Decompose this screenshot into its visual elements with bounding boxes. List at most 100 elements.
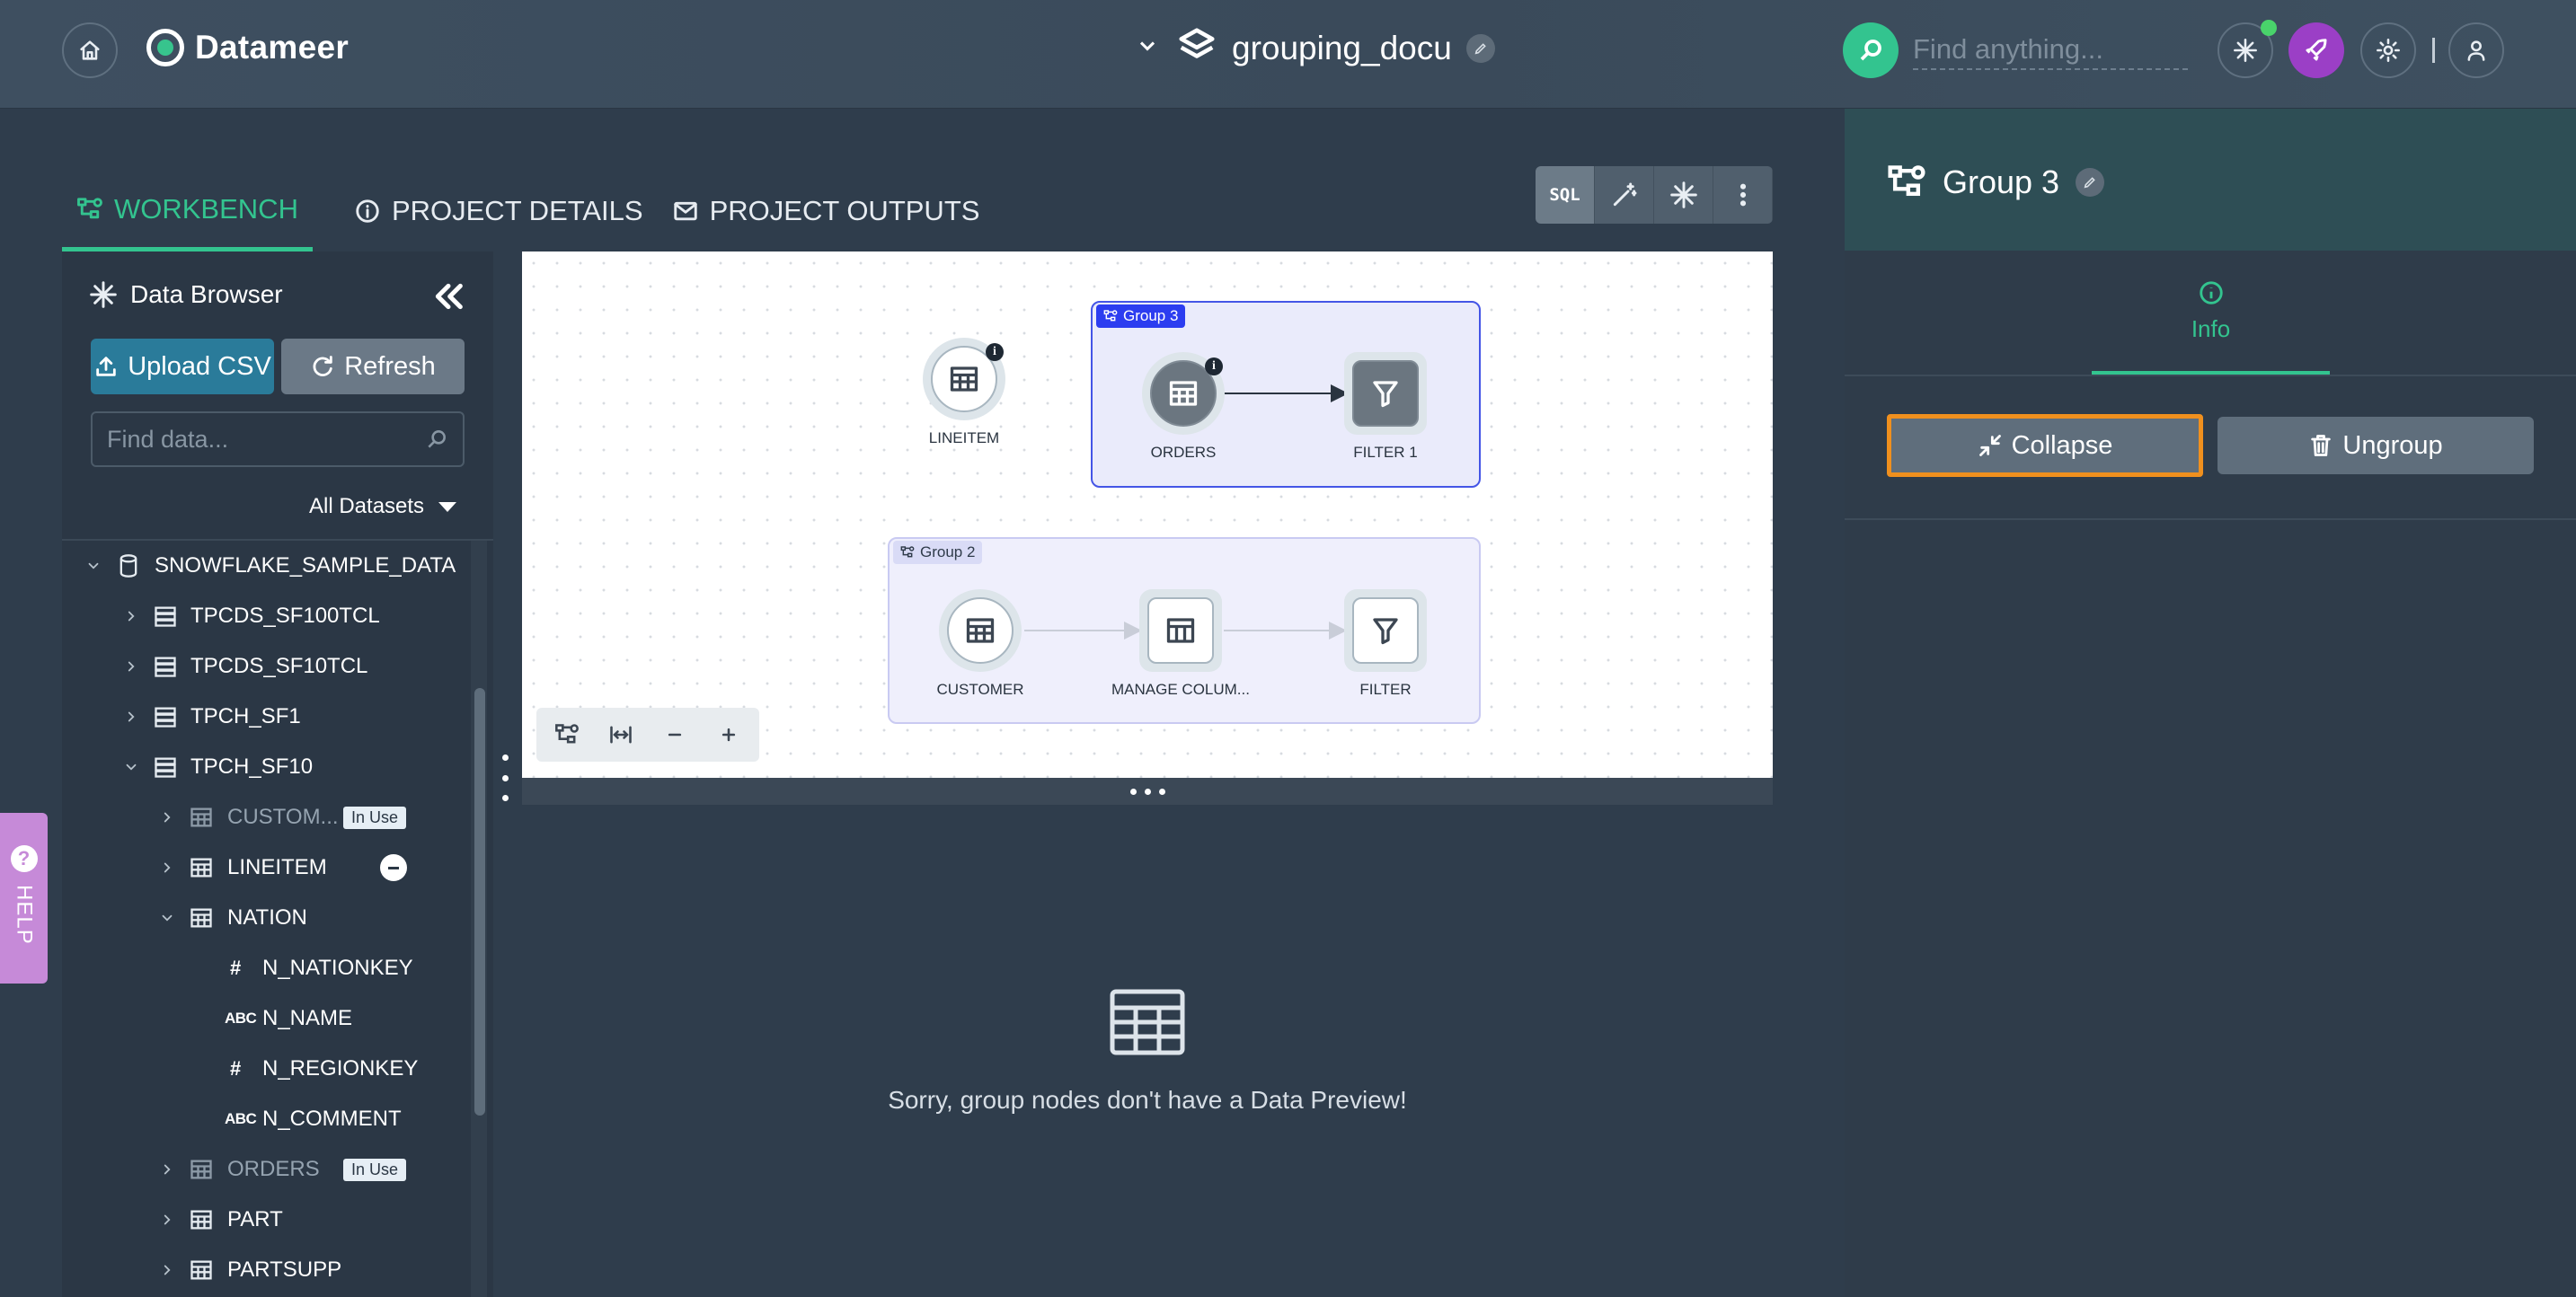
table-icon [189,1207,214,1232]
string-type-icon: ABC [225,1110,257,1127]
tree-item-partsupp[interactable]: PARTSUPP [62,1245,471,1295]
global-search-input[interactable] [1913,31,2188,70]
snowflake-button[interactable] [1654,166,1713,224]
tree-item-lineitem[interactable]: LINEITEM [62,843,471,893]
workflow-canvas[interactable]: Group 3 Group 2 i LINEITEM i ORDERS FILT… [522,251,1773,778]
zoom-in-button[interactable] [702,711,756,758]
table-icon [1110,989,1185,1055]
node-lineitem[interactable]: i LINEITEM [892,338,1036,447]
tree-scrollbar-thumb[interactable] [474,688,485,1116]
find-data-field [91,411,465,467]
search-icon [1860,40,1881,61]
snowflake-icon [2234,39,2257,62]
tree-item-tpcds-sf10tcl[interactable]: TPCDS_SF10TCL [62,641,471,692]
info-icon [2199,281,2223,304]
collapse-panel-button[interactable] [430,278,466,314]
settings-button[interactable] [2360,22,2416,78]
panel-title: Group 3 [1887,163,2105,202]
zoom-out-button[interactable] [648,711,702,758]
datameer-logo-icon [146,29,184,66]
preview-message: Sorry, group nodes don't have a Data Pre… [888,1086,1407,1114]
refresh-button[interactable]: Refresh [281,339,465,394]
project-switcher[interactable]: grouping_docu [1135,25,1495,71]
workflow-icon [555,724,579,744]
home-icon [80,40,100,60]
node-details-panel: Group 3 Info Collapse Ungroup [1845,109,2576,1297]
chevron-right-icon[interactable] [159,1212,175,1228]
edit-project-name-button[interactable] [1465,33,1495,63]
tree-item-part[interactable]: PART [62,1195,471,1245]
node-customer[interactable]: CUSTOMER [908,589,1052,699]
chevron-down-icon[interactable] [1135,33,1160,63]
tree-item-tpcds-sf100tcl[interactable]: TPCDS_SF100TCL [62,591,471,641]
divider [1845,518,2576,520]
tree-item-customer[interactable]: CUSTOM... In Use [62,792,471,843]
search-button[interactable] [1843,22,1899,78]
collapse-group-button[interactable]: Collapse [1887,414,2203,477]
brand[interactable]: Datameer [146,29,349,66]
chevron-right-icon[interactable] [123,608,139,624]
chevron-down-icon[interactable] [85,558,102,574]
tree-item-n-comment[interactable]: ABC N_COMMENT [62,1094,471,1144]
ungroup-button[interactable]: Ungroup [2217,417,2534,474]
caret-down-icon [438,501,457,512]
node-filter-1[interactable]: FILTER 1 [1314,352,1457,462]
info-icon[interactable]: i [1205,357,1223,375]
node-manage-columns[interactable]: MANAGE COLUM... [1109,589,1253,699]
table-icon [189,805,214,830]
panel-resize-handle[interactable] [501,754,509,801]
pencil-icon [1474,42,1486,54]
tree-item-orders[interactable]: ORDERS In Use [62,1144,471,1195]
chevron-right-icon[interactable] [123,709,139,725]
tab-project-details[interactable]: PROJECT DETAILS [340,171,658,251]
remove-from-canvas-button[interactable] [380,854,407,881]
tab-workbench[interactable]: WORKBENCH [62,171,313,251]
chevron-down-icon[interactable] [159,910,175,926]
info-icon[interactable]: i [986,343,1004,361]
tree-item-n-name[interactable]: ABC N_NAME [62,993,471,1044]
magic-wand-button[interactable] [1595,166,1654,224]
tree-item-nation[interactable]: NATION [62,893,471,943]
tree-item-tpch-sf1[interactable]: TPCH_SF1 [62,692,471,742]
tree-item-tpch-sf10[interactable]: TPCH_SF10 [62,742,471,792]
chevron-down-icon[interactable] [123,759,139,775]
data-browser-panel: Data Browser Upload CSV Refresh All Data… [62,251,493,1297]
home-button[interactable] [62,22,118,78]
fit-to-screen-button[interactable] [594,711,648,758]
edit-group-name-button[interactable] [2076,168,2105,197]
auto-layout-button[interactable] [540,711,594,758]
node-filter[interactable]: FILTER [1314,589,1457,699]
mail-icon [673,201,697,221]
gear-icon [2377,39,2400,62]
preview-resize-handle[interactable] [522,778,1773,805]
tree-item-n-regionkey[interactable]: # N_REGIONKEY [62,1044,471,1094]
deploy-button[interactable] [2288,22,2344,78]
user-menu-button[interactable] [2448,22,2504,78]
chevron-right-icon[interactable] [159,809,175,825]
find-data-input[interactable] [107,425,425,454]
chevron-right-icon[interactable] [159,860,175,876]
sql-button[interactable]: SQL [1536,166,1595,224]
number-type-icon: # [230,957,242,979]
pencil-icon [2084,177,2095,189]
node-orders[interactable]: i ORDERS [1111,352,1255,462]
tab-info[interactable]: Info [2092,279,2330,375]
tab-project-outputs[interactable]: PROJECT OUTPUTS [658,171,995,251]
canvas-toolbar [536,708,759,762]
workflow-icon [77,197,102,218]
help-tab[interactable]: ? HELP [0,813,48,984]
chevron-right-icon[interactable] [159,1161,175,1178]
tree-item-snowflake-sample-data[interactable]: SNOWFLAKE_SAMPLE_DATA [62,541,471,591]
tree-item-n-nationkey[interactable]: # N_NATIONKEY [62,943,471,993]
dataset-filter-dropdown[interactable]: All Datasets [309,494,457,519]
more-options-button[interactable] [1713,166,1773,224]
double-chevron-left-icon [435,283,463,310]
chevron-right-icon[interactable] [159,1262,175,1278]
data-preview-empty-state: Sorry, group nodes don't have a Data Pre… [522,988,1773,1115]
chevron-right-icon[interactable] [123,658,139,675]
trash-icon [2311,435,2332,456]
info-icon [356,199,379,223]
question-icon: ? [10,845,38,872]
upload-csv-button[interactable]: Upload CSV [91,339,274,394]
database-icon [116,553,141,578]
